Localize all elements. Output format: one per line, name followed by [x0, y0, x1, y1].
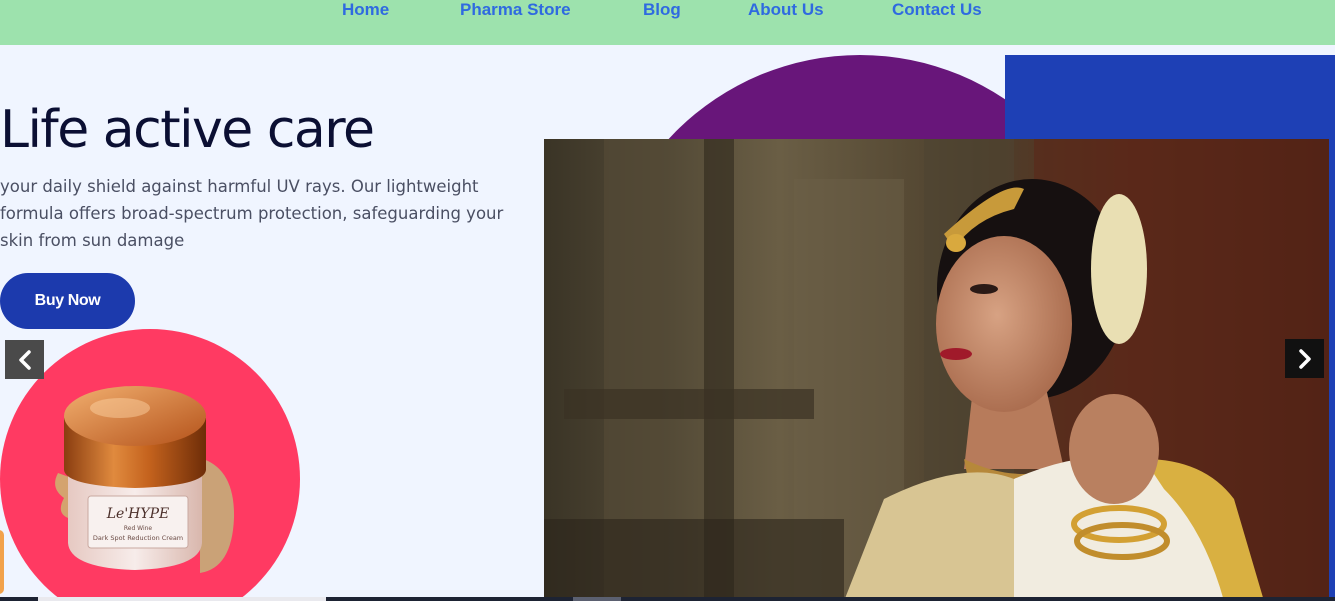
nav-link-pharma-store[interactable]: Pharma Store — [460, 0, 571, 22]
hero-model-photo — [544, 139, 1329, 601]
nav-link-about-us[interactable]: About Us — [748, 0, 824, 22]
product-brand-text: Le'HYPE — [106, 506, 170, 522]
product-line1-text: Red Wine — [124, 525, 153, 532]
chevron-right-icon — [1298, 348, 1311, 369]
nav-link-home[interactable]: Home — [342, 0, 389, 22]
product-jar-image: Le'HYPE Red Wine Dark Spot Reduction Cre… — [50, 378, 236, 574]
bottom-strip-handle[interactable] — [573, 597, 621, 601]
bottom-strip-segment — [38, 597, 326, 601]
carousel-prev-button[interactable] — [5, 340, 44, 379]
nav-link-contact-us[interactable]: Contact Us — [892, 0, 982, 22]
hero-description: your daily shield against harmful UV ray… — [0, 177, 504, 250]
chevron-left-icon — [18, 349, 31, 370]
nav-link-blog[interactable]: Blog — [643, 0, 681, 22]
carousel-next-button[interactable] — [1285, 339, 1324, 378]
bottom-scroll-strip — [0, 597, 1335, 601]
prev-slide-edge — [0, 530, 4, 594]
hero-title: Life active care — [0, 100, 375, 160]
product-line2-text: Dark Spot Reduction Cream — [93, 534, 183, 542]
top-navbar: Home Pharma Store Blog About Us Contact … — [0, 0, 1335, 45]
buy-now-button[interactable]: Buy Now — [0, 273, 135, 329]
